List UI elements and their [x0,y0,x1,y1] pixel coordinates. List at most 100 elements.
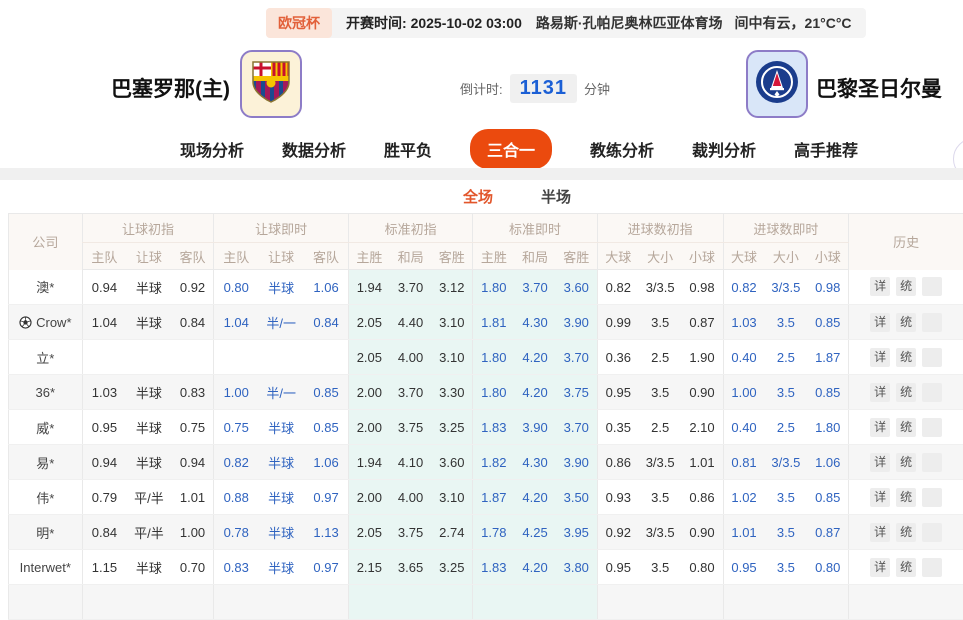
odds-cell: 0.95 [597,375,639,410]
odds-cell [431,585,473,620]
odds-cell: 2.00 [348,410,390,445]
history-extra-button[interactable] [922,558,942,577]
nav-tabs: 现场分析 数据分析 胜平负 三合一 教练分析 裁判分析 高手推荐 [0,131,963,167]
nav-tab-2[interactable]: 数据分析 [282,137,346,161]
odds-cell [639,585,682,620]
odds-cell: 3.75 [390,410,431,445]
sub-tab-2[interactable]: 半场 [539,181,573,212]
stats-button[interactable]: 统 [896,277,916,296]
odds-cell: 0.36 [597,340,639,375]
odds-cell: 0.85 [807,375,849,410]
stats-button[interactable]: 统 [896,348,916,367]
detail-button[interactable]: 详 [870,488,890,507]
sub-header-3-1: 主胜 [348,243,390,270]
table-row-partial [9,585,963,620]
company-cell: 明* [9,515,83,550]
history-extra-button[interactable] [922,348,942,367]
odds-cell: 3.12 [431,270,473,305]
odds-cell: 0.95 [723,550,765,585]
odds-cell: 1.87 [473,480,515,515]
odds-cell: 0.75 [214,410,258,445]
stats-button[interactable]: 统 [896,313,916,332]
company-cell: 易* [9,445,83,480]
odds-cell: 1.03 [723,305,765,340]
odds-cell: 半球 [126,410,171,445]
detail-button[interactable]: 详 [870,558,890,577]
history-extra-button[interactable] [922,277,942,296]
odds-cell: 3.5 [765,550,808,585]
odds-cell [723,585,765,620]
stats-button[interactable]: 统 [896,453,916,472]
history-cell: 详统 [849,480,963,515]
odds-cell: 2.05 [348,340,390,375]
stats-button[interactable]: 统 [896,383,916,402]
company-name: 澳* [36,280,54,295]
odds-cell: 0.92 [172,270,214,305]
odds-cell: 1.15 [82,550,126,585]
history-cell [849,585,963,620]
stats-button[interactable]: 统 [896,488,916,507]
nav-tab-4[interactable]: 三合一 [470,129,552,169]
detail-button[interactable]: 详 [870,383,890,402]
history-extra-button[interactable] [922,418,942,437]
odds-cell: 2.05 [348,305,390,340]
odds-cell: 3.5 [639,550,682,585]
detail-button[interactable]: 详 [870,418,890,437]
odds-cell: 1.13 [304,515,348,550]
odds-cell [258,585,304,620]
odds-cell [597,585,639,620]
stats-button[interactable]: 统 [896,523,916,542]
nav-tab-1[interactable]: 现场分析 [180,137,244,161]
stats-button[interactable]: 统 [896,418,916,437]
nav-tab-5[interactable]: 教练分析 [590,137,654,161]
odds-cell: 0.86 [682,480,724,515]
odds-cell: 3/3.5 [639,270,682,305]
nav-tab-7[interactable]: 高手推荐 [794,137,858,161]
detail-button[interactable]: 详 [870,348,890,367]
home-team-name: 巴塞罗那(主) [0,73,230,103]
detail-button[interactable]: 详 [870,523,890,542]
odds-cell: 0.79 [82,480,126,515]
odds-cell: 0.95 [82,410,126,445]
odds-cell: 3.80 [556,550,598,585]
odds-cell: 0.97 [304,550,348,585]
history-extra-button[interactable] [922,313,942,332]
odds-cell: 半球 [258,550,304,585]
sub-header-6-2: 大小 [765,243,808,270]
detail-button[interactable]: 详 [870,277,890,296]
odds-cell: 0.94 [82,270,126,305]
home-team-logo [240,50,302,118]
company-cell: 36* [9,375,83,410]
sub-header-1-1: 主队 [82,243,126,270]
odds-cell: 1.00 [172,515,214,550]
odds-cell: 1.78 [473,515,515,550]
odds-cell: 0.35 [597,410,639,445]
odds-cell: 0.81 [723,445,765,480]
odds-cell: 1.02 [723,480,765,515]
history-extra-button[interactable] [922,523,942,542]
sub-tab-1[interactable]: 全场 [461,181,495,212]
company-cell: 立* [9,340,83,375]
odds-cell: 0.98 [807,270,849,305]
history-extra-button[interactable] [922,383,942,402]
stats-button[interactable]: 统 [896,558,916,577]
odds-cell [304,585,348,620]
company-name: 36* [36,385,56,400]
odds-cell: 0.84 [172,305,214,340]
odds-cell: 0.99 [597,305,639,340]
history-extra-button[interactable] [922,453,942,472]
odds-cell: 半/一 [258,305,304,340]
odds-cell: 1.04 [82,305,126,340]
history-extra-button[interactable] [922,488,942,507]
nav-tab-6[interactable]: 裁判分析 [692,137,756,161]
nav-tab-3[interactable]: 胜平负 [384,137,432,161]
odds-cell: 4.30 [514,305,555,340]
odds-table: 公司让球初指让球即时标准初指标准即时进球数初指进球数即时历史主队让球客队主队让球… [8,213,963,620]
odds-cell: 半球 [258,410,304,445]
company-name: 伟* [36,491,54,506]
detail-button[interactable]: 详 [870,313,890,332]
odds-cell [214,340,258,375]
odds-cell: 0.85 [807,305,849,340]
sub-header-5-2: 大小 [639,243,682,270]
detail-button[interactable]: 详 [870,453,890,472]
